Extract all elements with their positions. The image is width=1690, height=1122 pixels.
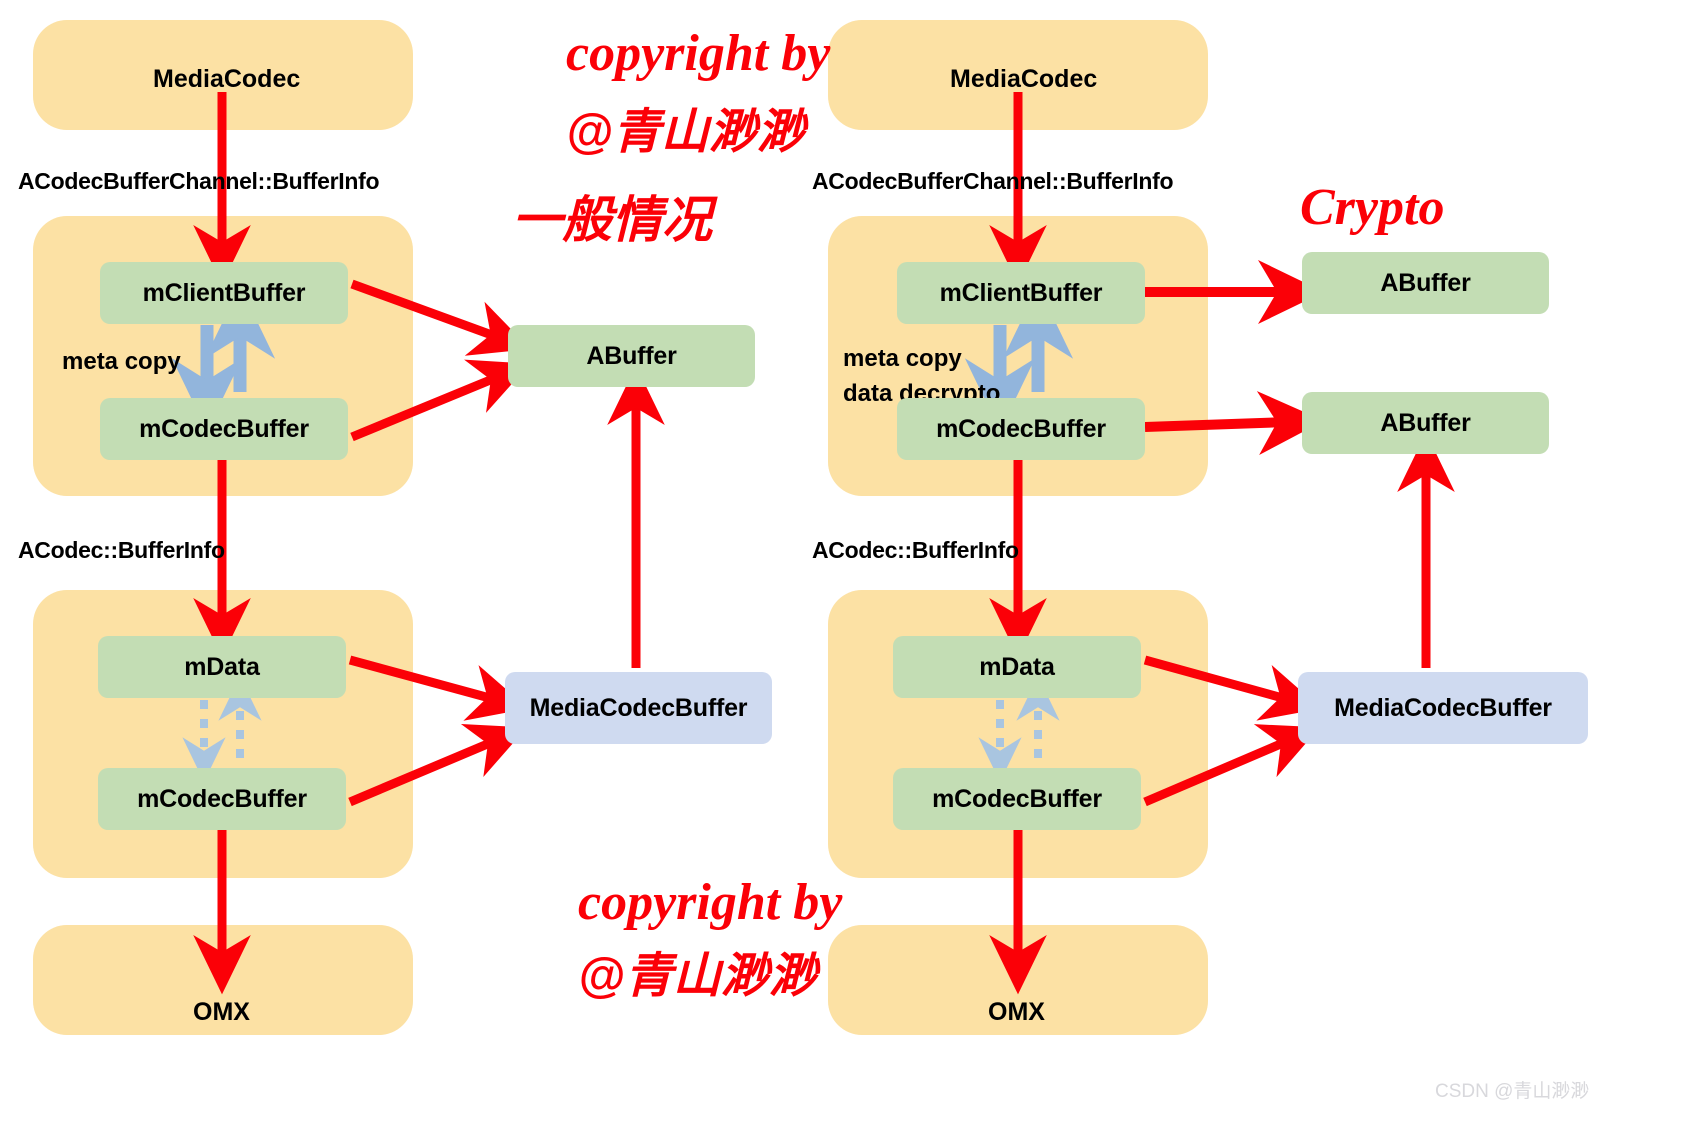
left-acodec-group xyxy=(33,590,413,878)
right-mdata-node[interactable]: mData xyxy=(893,636,1141,698)
right-client-buffer-node[interactable]: mClientBuffer xyxy=(897,262,1145,324)
left-codec-buffer-bottom-label: mCodecBuffer xyxy=(137,784,307,813)
crypto-annotation: Crypto xyxy=(1300,179,1445,236)
csdn-watermark: CSDN @青山渺渺 xyxy=(1435,1081,1590,1102)
right-abuffer-bottom-label: ABuffer xyxy=(1380,408,1471,437)
left-client-buffer-label: mClientBuffer xyxy=(142,278,306,307)
right-acodec-group xyxy=(828,590,1208,878)
right-codec-buffer-bottom-label: mCodecBuffer xyxy=(932,784,1102,813)
right-abuffer-top-label: ABuffer xyxy=(1380,268,1471,297)
left-codec-buffer-bottom-node[interactable]: mCodecBuffer xyxy=(98,768,346,830)
left-abuffer-node[interactable]: ABuffer xyxy=(508,325,755,387)
diagram-canvas: MediaCodec ACodecBufferChannel::BufferIn… xyxy=(0,0,1690,1122)
left-codec-buffer-top-label: mCodecBuffer xyxy=(139,414,309,443)
left-abuffer-label: ABuffer xyxy=(586,341,677,370)
right-mediacodecbuffer-node[interactable]: MediaCodecBuffer xyxy=(1298,672,1588,744)
right-abuffer-top-node[interactable]: ABuffer xyxy=(1302,252,1549,314)
right-meta-copy-label: meta copy xyxy=(843,345,962,372)
right-codec-buffer-bottom-node[interactable]: mCodecBuffer xyxy=(893,768,1141,830)
left-mediacodecbuffer-node[interactable]: MediaCodecBuffer xyxy=(505,672,772,744)
left-mediacodecbuffer-label: MediaCodecBuffer xyxy=(529,693,748,722)
left-acodecbufferchannel-type-label: ACodecBufferChannel::BufferInfo xyxy=(18,168,380,194)
right-omx-label: OMX xyxy=(988,998,1045,1026)
right-codec-buffer-top-label: mCodecBuffer xyxy=(936,414,1106,443)
left-acodec-type-label: ACodec::BufferInfo xyxy=(18,537,225,563)
general-case-annotation: 一般情况 xyxy=(512,192,712,248)
right-client-buffer-label: mClientBuffer xyxy=(939,278,1103,307)
left-mdata-label: mData xyxy=(184,652,260,681)
copyright-bottom-line2: @青山渺渺 xyxy=(578,950,817,1003)
copyright-top-line1: copyright by xyxy=(566,25,831,82)
left-client-buffer-node[interactable]: mClientBuffer xyxy=(100,262,348,324)
left-meta-copy-label: meta copy xyxy=(62,348,181,375)
right-acodec-type-label: ACodec::BufferInfo xyxy=(812,537,1019,563)
right-codec-buffer-top-node[interactable]: mCodecBuffer xyxy=(897,398,1145,460)
right-mediacodecbuffer-label: MediaCodecBuffer xyxy=(1334,693,1552,722)
left-mediacodec-label: MediaCodec xyxy=(153,65,301,93)
copyright-bottom-line1: copyright by xyxy=(578,874,843,931)
right-mdata-label: mData xyxy=(979,652,1055,681)
right-acodecbufferchannel-type-label: ACodecBufferChannel::BufferInfo xyxy=(812,168,1174,194)
left-mdata-node[interactable]: mData xyxy=(98,636,346,698)
left-omx-label: OMX xyxy=(193,998,250,1026)
right-mediacodec-label: MediaCodec xyxy=(950,65,1098,93)
left-codec-buffer-top-node[interactable]: mCodecBuffer xyxy=(100,398,348,460)
copyright-top-line2: @青山渺渺 xyxy=(566,106,805,159)
right-abuffer-bottom-node[interactable]: ABuffer xyxy=(1302,392,1549,454)
